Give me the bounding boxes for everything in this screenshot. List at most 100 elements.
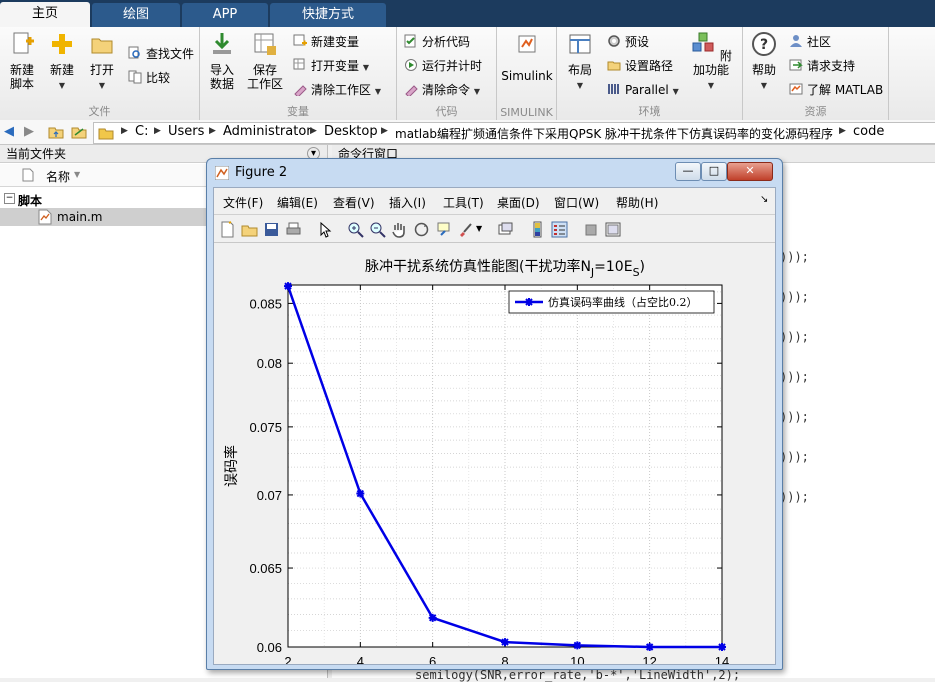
menu-divider bbox=[214, 214, 775, 215]
chevron-down-icon: ▼ bbox=[362, 63, 369, 72]
menu-edit[interactable]: 编辑(E) bbox=[277, 194, 318, 211]
plot-area[interactable]: 2 4 6 8 10 12 14 0.06 0.065 0.07 0.075 0.08 0.085 脉冲干… bbox=[214, 246, 775, 664]
menu-window[interactable]: 窗口(W) bbox=[554, 194, 599, 211]
breadcrumb-project[interactable]: matlab编程扩频通信条件下采用QPSK 脉冲干扰条件下仿真误码率的变化源码程… bbox=[395, 125, 833, 142]
data-cursor-icon[interactable] bbox=[435, 221, 452, 238]
learn-matlab-button[interactable]: 了解 MATLAB bbox=[789, 81, 883, 99]
command-line-text: ))); bbox=[780, 290, 809, 304]
menu-file[interactable]: 文件(F) bbox=[223, 194, 263, 211]
collapse-icon[interactable]: − bbox=[4, 193, 15, 204]
tab-plots[interactable]: 绘图 bbox=[92, 3, 180, 27]
tab-home[interactable]: 主页 bbox=[0, 2, 90, 28]
figure-window[interactable]: Figure 2 — □ ✕ 文件(F) 编辑(E) 查看(V) 插入(I) 工… bbox=[206, 158, 783, 670]
learn-matlab-icon bbox=[789, 83, 803, 95]
menu-insert[interactable]: 插入(I) bbox=[389, 194, 426, 211]
legend-icon[interactable] bbox=[551, 221, 568, 238]
tab-shortcuts[interactable]: 快捷方式 bbox=[270, 3, 386, 27]
preferences-label: 预设 bbox=[625, 35, 650, 49]
rotate-3d-icon[interactable] bbox=[413, 221, 430, 238]
tab-apps[interactable]: APP bbox=[182, 3, 268, 27]
y-tick-label: 0.08 bbox=[257, 356, 282, 371]
close-button[interactable]: ✕ bbox=[727, 162, 773, 181]
run-and-time-button[interactable]: 运行并计时 bbox=[404, 57, 482, 75]
dock-arrow-icon[interactable]: ↘ bbox=[760, 194, 768, 205]
analyze-code-button[interactable]: 分析代码 bbox=[404, 33, 470, 51]
sort-down-icon[interactable]: ▼ bbox=[74, 170, 80, 179]
forward-arrow-icon[interactable]: ▶ bbox=[24, 124, 34, 139]
menu-desktop[interactable]: 桌面(D) bbox=[497, 194, 540, 211]
data-point-marker bbox=[501, 638, 509, 647]
data-point-marker bbox=[428, 613, 437, 622]
minimize-button[interactable]: — bbox=[675, 162, 701, 181]
pan-hand-icon[interactable] bbox=[391, 221, 408, 238]
simulink-button[interactable]: Simulink bbox=[501, 31, 553, 83]
environment-group: 布局 ▼ 预设 设置路径 Parallel ▼ 附加功能 ▼ 环境 bbox=[557, 27, 743, 120]
browse-folder-icon[interactable] bbox=[71, 124, 87, 140]
zoom-out-icon[interactable] bbox=[369, 221, 386, 238]
set-path-button[interactable]: 设置路径 bbox=[607, 57, 673, 75]
command-line-text: ))); bbox=[780, 450, 809, 464]
x-tick-label: 4 bbox=[357, 654, 364, 664]
show-plot-tools-icon[interactable] bbox=[604, 221, 621, 238]
minimize-icon: — bbox=[682, 164, 694, 177]
legend-marker-sample bbox=[525, 298, 533, 306]
save-icon[interactable] bbox=[263, 221, 280, 238]
figure-matlab-icon bbox=[215, 166, 229, 180]
breadcrumb-users[interactable]: Users bbox=[168, 124, 204, 139]
menu-help[interactable]: 帮助(H) bbox=[616, 194, 658, 211]
breadcrumb-desktop[interactable]: Desktop bbox=[324, 124, 378, 139]
layout-button[interactable]: 布局 ▼ bbox=[563, 31, 597, 93]
community-button[interactable]: 社区 bbox=[789, 33, 831, 51]
brush-icon[interactable] bbox=[457, 221, 474, 238]
edit-plot-pointer-icon[interactable] bbox=[316, 221, 333, 238]
link-plot-icon[interactable] bbox=[497, 221, 514, 238]
back-arrow-icon[interactable]: ◀ bbox=[4, 124, 14, 139]
open-variable-button[interactable]: 打开变量 ▼ bbox=[293, 57, 369, 75]
request-support-button[interactable]: 请求支持 bbox=[789, 57, 855, 75]
data-point-marker bbox=[573, 641, 582, 650]
breadcrumb-code[interactable]: code bbox=[853, 124, 884, 139]
y-tick-label: 0.07 bbox=[257, 488, 282, 503]
hide-plot-tools-icon[interactable] bbox=[582, 221, 599, 238]
simulink-group-name: SIMULINK bbox=[500, 106, 553, 119]
menu-tools[interactable]: 工具(T) bbox=[443, 194, 484, 211]
preferences-button[interactable]: 预设 bbox=[607, 33, 649, 51]
chevron-down-icon: ▼ bbox=[707, 81, 715, 90]
breadcrumb-administrator[interactable]: Administrator bbox=[223, 124, 312, 139]
add-ons-button[interactable]: 附加功能 ▼ bbox=[685, 31, 737, 93]
import-data-button[interactable]: 导入 数据 bbox=[206, 31, 238, 91]
find-files-button[interactable]: 查找文件 bbox=[128, 45, 194, 63]
clear-workspace-button[interactable]: 清除工作区 ▼ bbox=[293, 81, 381, 99]
command-line-text: ))); bbox=[780, 410, 809, 424]
up-folder-icon[interactable] bbox=[48, 124, 64, 140]
figure-titlebar[interactable]: Figure 2 — □ ✕ bbox=[207, 159, 782, 187]
new-button[interactable]: 新建 ▼ bbox=[46, 31, 78, 93]
clear-commands-button[interactable]: 清除命令 ▼ bbox=[404, 81, 480, 99]
breadcrumb-drive[interactable]: C: bbox=[135, 124, 148, 139]
set-path-label: 设置路径 bbox=[625, 59, 674, 73]
gear-icon bbox=[608, 35, 620, 47]
open-file-icon[interactable] bbox=[241, 221, 258, 238]
menu-view[interactable]: 查看(V) bbox=[333, 194, 375, 211]
save-workspace-button[interactable]: 保存 工作区 bbox=[246, 31, 284, 91]
analyze-code-label: 分析代码 bbox=[422, 35, 471, 49]
print-icon[interactable] bbox=[285, 221, 302, 238]
new-figure-icon[interactable] bbox=[219, 221, 236, 238]
code-group: 分析代码 运行并计时 清除命令 ▼ 代码 bbox=[397, 27, 497, 120]
command-line-text: ))); bbox=[780, 250, 809, 264]
new-script-button[interactable]: 新建 脚本 bbox=[4, 31, 40, 91]
name-column-header[interactable]: 名称 bbox=[46, 168, 70, 185]
zoom-in-icon[interactable] bbox=[347, 221, 364, 238]
open-button[interactable]: 打开 ▼ bbox=[86, 31, 118, 93]
parallel-button[interactable]: Parallel ▼ bbox=[607, 81, 679, 99]
help-button[interactable]: ? 帮助 ▼ bbox=[747, 31, 781, 93]
layout-label: 布局 bbox=[567, 63, 592, 77]
y-tick-label: 0.075 bbox=[249, 420, 282, 435]
maximize-button[interactable]: □ bbox=[701, 162, 727, 181]
new-variable-button[interactable]: 新建变量 bbox=[293, 33, 359, 51]
colorbar-icon[interactable] bbox=[529, 221, 546, 238]
path-separator-icon: ▶ bbox=[154, 126, 161, 136]
figure-client-area: 文件(F) 编辑(E) 查看(V) 插入(I) 工具(T) 桌面(D) 窗口(W… bbox=[213, 187, 776, 665]
brush-chevron-down-icon[interactable]: ▼ bbox=[476, 224, 482, 233]
compare-button[interactable]: 比较 bbox=[128, 69, 170, 87]
